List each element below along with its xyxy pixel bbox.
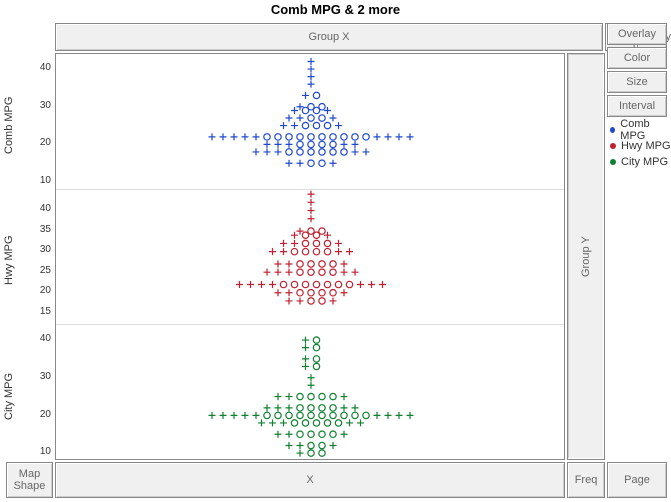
legend-label: Hwy MPG bbox=[621, 140, 671, 152]
plot-area bbox=[55, 53, 565, 460]
ylabel-hwy: Hwy MPG bbox=[3, 220, 15, 300]
y-tick: 30 bbox=[33, 244, 51, 255]
legend-item: City MPG bbox=[610, 154, 671, 170]
y-tick: 15 bbox=[33, 306, 51, 317]
y-tick: 20 bbox=[33, 137, 51, 148]
map-shape-label: Map Shape bbox=[7, 468, 52, 492]
overlay-lbl: Overlay bbox=[618, 28, 656, 40]
marks-city bbox=[56, 325, 566, 461]
y-tick: 25 bbox=[33, 265, 51, 276]
legend-dot-icon bbox=[610, 127, 615, 133]
overlay-zone-real[interactable]: Overlay bbox=[607, 23, 667, 45]
page-zone[interactable]: Page bbox=[607, 462, 667, 498]
legend: Comb MPG Hwy MPG City MPG bbox=[610, 122, 671, 170]
y-tick: 30 bbox=[33, 100, 51, 111]
facet-comb bbox=[56, 54, 564, 190]
group-y-zone[interactable]: Group Y bbox=[567, 53, 605, 460]
group-y-label: Group Y bbox=[580, 236, 592, 277]
map-shape-zone[interactable]: Map Shape bbox=[6, 462, 53, 498]
group-x-label: Group X bbox=[309, 31, 350, 43]
marks-comb bbox=[56, 54, 566, 190]
y-tick: 10 bbox=[33, 446, 51, 457]
y-tick: 35 bbox=[33, 224, 51, 235]
legend-item: Comb MPG bbox=[610, 122, 671, 138]
group-x-zone[interactable]: Group X bbox=[55, 23, 603, 51]
color-lbl: Color bbox=[624, 52, 650, 64]
legend-label: Comb MPG bbox=[620, 118, 671, 142]
facet-city bbox=[56, 325, 564, 461]
y-tick: 20 bbox=[33, 285, 51, 296]
y-tick: 10 bbox=[33, 175, 51, 186]
freq-zone[interactable]: Freq bbox=[567, 462, 605, 498]
ylabel-comb: Comb MPG bbox=[3, 85, 15, 165]
x-zone[interactable]: X bbox=[55, 462, 565, 498]
color-zone[interactable]: Color bbox=[607, 47, 667, 69]
legend-label: City MPG bbox=[621, 156, 668, 168]
marks-hwy bbox=[56, 190, 566, 326]
y-tick: 40 bbox=[33, 203, 51, 214]
interval-zone[interactable]: Interval bbox=[607, 95, 667, 117]
y-tick: 20 bbox=[33, 409, 51, 420]
x-label: X bbox=[306, 474, 313, 486]
legend-dot-icon bbox=[610, 143, 616, 149]
size-lbl: Size bbox=[626, 76, 647, 88]
ylabel-city: City MPG bbox=[3, 356, 15, 436]
facet-hwy bbox=[56, 190, 564, 326]
page-label: Page bbox=[624, 474, 650, 486]
y-tick: 30 bbox=[33, 371, 51, 382]
freq-label: Freq bbox=[575, 474, 598, 486]
size-zone[interactable]: Size bbox=[607, 71, 667, 93]
chart-title: Comb MPG & 2 more bbox=[0, 2, 671, 17]
y-tick: 40 bbox=[33, 62, 51, 73]
y-tick: 40 bbox=[33, 333, 51, 344]
legend-item: Hwy MPG bbox=[610, 138, 671, 154]
legend-dot-icon bbox=[610, 159, 616, 165]
interval-lbl: Interval bbox=[619, 100, 655, 112]
